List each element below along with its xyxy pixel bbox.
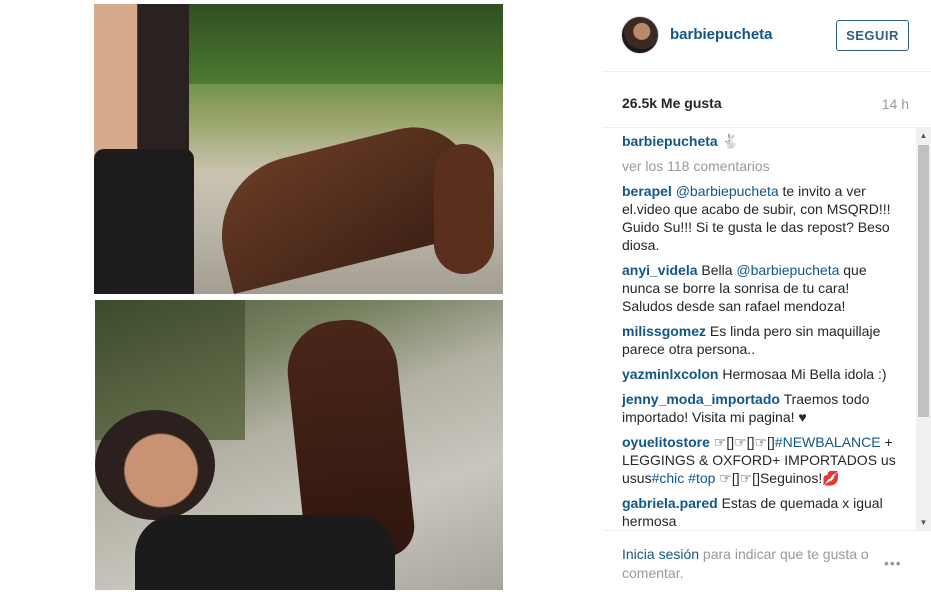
post-sidebar: barbiepucheta SEGUIR 26.5k Me gusta 14 h… [603, 0, 931, 595]
more-options-icon[interactable]: ••• [884, 555, 902, 571]
comments-scrollbar[interactable]: ▲ ▼ [916, 128, 931, 530]
likes-count[interactable]: 26.5k Me gusta [622, 95, 722, 111]
login-prompt: Inicia sesión para indicar que te gusta … [622, 545, 882, 583]
comments-section: barbiepucheta 🐇 ver los 118 comentarios b… [603, 128, 919, 530]
comment-username[interactable]: berapel [622, 183, 672, 199]
scroll-down-arrow-icon[interactable]: ▼ [916, 515, 931, 530]
login-link[interactable]: Inicia sesión [622, 546, 699, 562]
comment-username[interactable]: yazminlxcolon [622, 366, 718, 382]
comment-list: berapel @barbiepucheta te invito a ver e… [622, 182, 900, 530]
comment-mention-link[interactable]: @barbiepucheta [736, 262, 839, 278]
caption: barbiepucheta 🐇 [622, 133, 739, 150]
comment-username[interactable]: oyuelitostore [622, 434, 710, 450]
comment-item: berapel @barbiepucheta te invito a ver e… [622, 182, 900, 254]
comment-hashtag-link[interactable]: #top [688, 470, 715, 486]
comment-username[interactable]: gabriela.pared [622, 495, 718, 511]
person-face [95, 410, 215, 520]
horse-head [434, 144, 494, 274]
post-age[interactable]: 14 h [882, 96, 909, 112]
comment-text: Bella [701, 262, 737, 278]
avatar[interactable] [621, 16, 659, 54]
comment-hashtag-link[interactable]: #NEWBALANCE [775, 434, 881, 450]
rabbit-icon: 🐇 [721, 133, 740, 149]
follow-button[interactable]: SEGUIR [836, 20, 909, 51]
comment-item: jenny_moda_importado Traemos todo import… [622, 390, 900, 426]
comment-username[interactable]: milissgomez [622, 323, 706, 339]
comment-text: ☞[]☞[]Seguinos!💋 [715, 470, 840, 486]
person-shirt [94, 149, 194, 294]
comment-text: ☞[]☞[]☞[] [713, 434, 775, 450]
comment-item: anyi_videla Bella @barbiepucheta que nun… [622, 261, 900, 315]
comment-item: gabriela.pared Estas de quemada x igual … [622, 494, 900, 530]
comment-item: milissgomez Es linda pero sin maquillaje… [622, 322, 900, 358]
scrollbar-thumb[interactable] [918, 145, 929, 417]
comment-hashtag-link[interactable]: #chic [652, 470, 685, 486]
post-photo-area [0, 0, 600, 595]
comment-item: yazminlxcolon Hermosaa Mi Bella idola :) [622, 365, 900, 383]
view-all-comments-link[interactable]: ver los 118 comentarios [622, 158, 770, 174]
scroll-up-arrow-icon[interactable]: ▲ [916, 128, 931, 143]
person-shirt-bottom [135, 515, 395, 590]
comment-item: oyuelitostore ☞[]☞[]☞[]#NEWBALANCE + LEG… [622, 433, 900, 487]
post-footer: Inicia sesión para indicar que te gusta … [603, 530, 931, 595]
comment-username[interactable]: jenny_moda_importado [622, 391, 780, 407]
post-stats: 26.5k Me gusta 14 h [603, 72, 931, 128]
post-photo-top [94, 4, 503, 294]
post-username[interactable]: barbiepucheta [670, 26, 773, 43]
comment-mention-link[interactable]: @barbiepucheta [676, 183, 779, 199]
comment-username[interactable]: anyi_videla [622, 262, 698, 278]
post-header: barbiepucheta SEGUIR [603, 0, 931, 72]
comment-text: Hermosaa Mi Bella idola :) [722, 366, 887, 382]
post-photo-bottom [95, 300, 503, 590]
caption-username[interactable]: barbiepucheta [622, 133, 718, 149]
